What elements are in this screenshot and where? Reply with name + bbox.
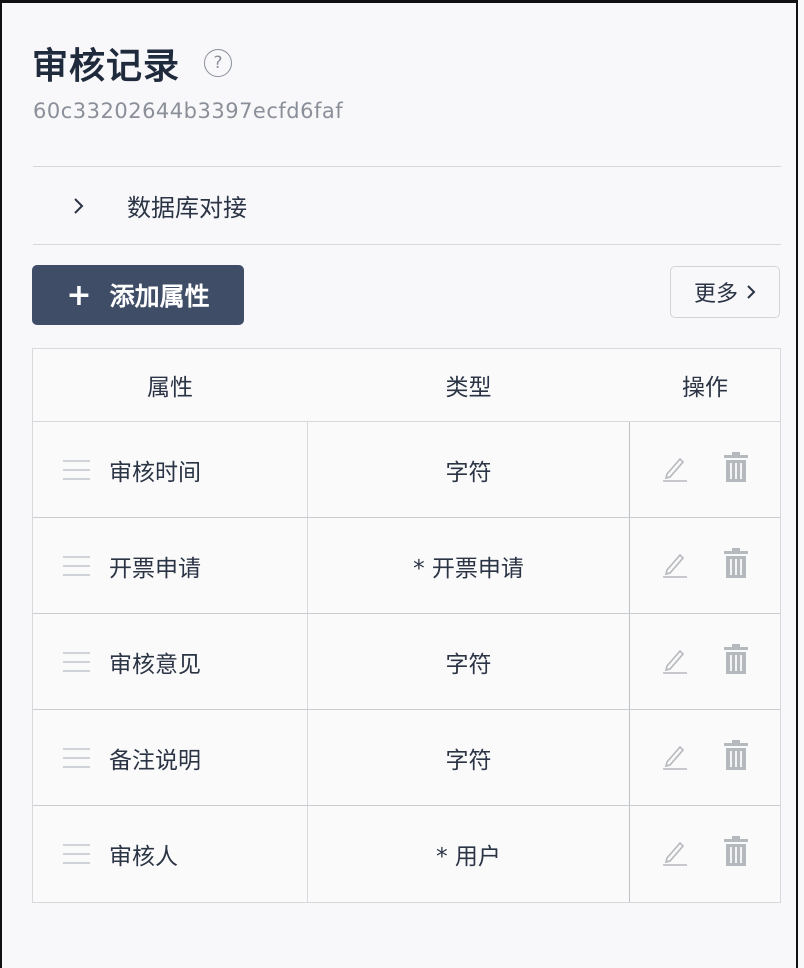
column-divider [629, 614, 630, 709]
table-row: 审核人 * 用户 [33, 806, 780, 902]
column-divider [629, 422, 630, 517]
add-attribute-label: 添加属性 [109, 282, 210, 311]
table-row: 审核意见 字符 [33, 614, 780, 710]
drag-handle-icon[interactable] [63, 652, 90, 672]
app-window: 审核记录 ? 60c33202644b3397ecfd6faf 数据库对接 + … [0, 0, 798, 968]
column-header-attribute: 属性 [147, 375, 193, 401]
attribute-type: * 开票申请 [413, 556, 524, 582]
delete-icon[interactable] [723, 643, 749, 675]
plus-icon: + [66, 277, 92, 313]
attribute-name: 开票申请 [109, 556, 201, 582]
more-label: 更多 [693, 282, 738, 307]
column-header-type: 类型 [445, 375, 492, 401]
chevron-right-icon [746, 284, 756, 300]
column-divider [629, 806, 630, 902]
attribute-type: 字符 [445, 460, 492, 486]
object-id: 60c33202644b3397ecfd6faf [33, 99, 344, 123]
attribute-type: 字符 [445, 652, 492, 678]
column-header-actions: 操作 [682, 375, 728, 401]
page-title: 审核记录 [32, 46, 181, 87]
add-attribute-button[interactable]: + 添加属性 [32, 265, 244, 325]
drag-handle-icon[interactable] [63, 748, 90, 768]
title-row: 审核记录 ? [32, 37, 233, 89]
attribute-type: 字符 [445, 748, 492, 774]
more-button[interactable]: 更多 [670, 266, 780, 318]
edit-icon[interactable] [661, 742, 689, 770]
help-circle-icon[interactable]: ? [204, 49, 233, 77]
edit-icon[interactable] [661, 838, 689, 866]
table-header: 属性 类型 操作 [33, 349, 780, 422]
delete-icon[interactable] [723, 547, 749, 579]
attribute-name: 审核意见 [109, 652, 201, 678]
attribute-name: 审核人 [109, 844, 178, 870]
chevron-right-icon [69, 197, 89, 215]
drag-handle-icon[interactable] [63, 556, 90, 576]
delete-icon[interactable] [723, 451, 749, 483]
edit-icon[interactable] [661, 454, 689, 482]
attribute-name: 审核时间 [109, 460, 201, 486]
attribute-table: 属性 类型 操作 审核时间 字符 开票申请 * 开票申请 审核意见 字符 备注说… [32, 348, 781, 903]
table-row: 开票申请 * 开票申请 [33, 518, 780, 614]
delete-icon[interactable] [723, 739, 749, 771]
attribute-type: * 用户 [436, 844, 501, 870]
column-divider [629, 710, 630, 805]
attribute-name: 备注说明 [109, 748, 201, 774]
database-connection-collapse[interactable]: 数据库对接 [33, 167, 781, 244]
delete-icon[interactable] [723, 835, 749, 867]
drag-handle-icon[interactable] [63, 844, 90, 864]
table-row: 备注说明 字符 [33, 710, 780, 806]
edit-icon[interactable] [661, 646, 689, 674]
collapse-label: 数据库对接 [127, 194, 247, 222]
column-divider [629, 518, 630, 613]
divider [33, 244, 781, 245]
table-row: 审核时间 字符 [33, 422, 780, 518]
drag-handle-icon[interactable] [63, 460, 90, 480]
edit-icon[interactable] [661, 550, 689, 578]
